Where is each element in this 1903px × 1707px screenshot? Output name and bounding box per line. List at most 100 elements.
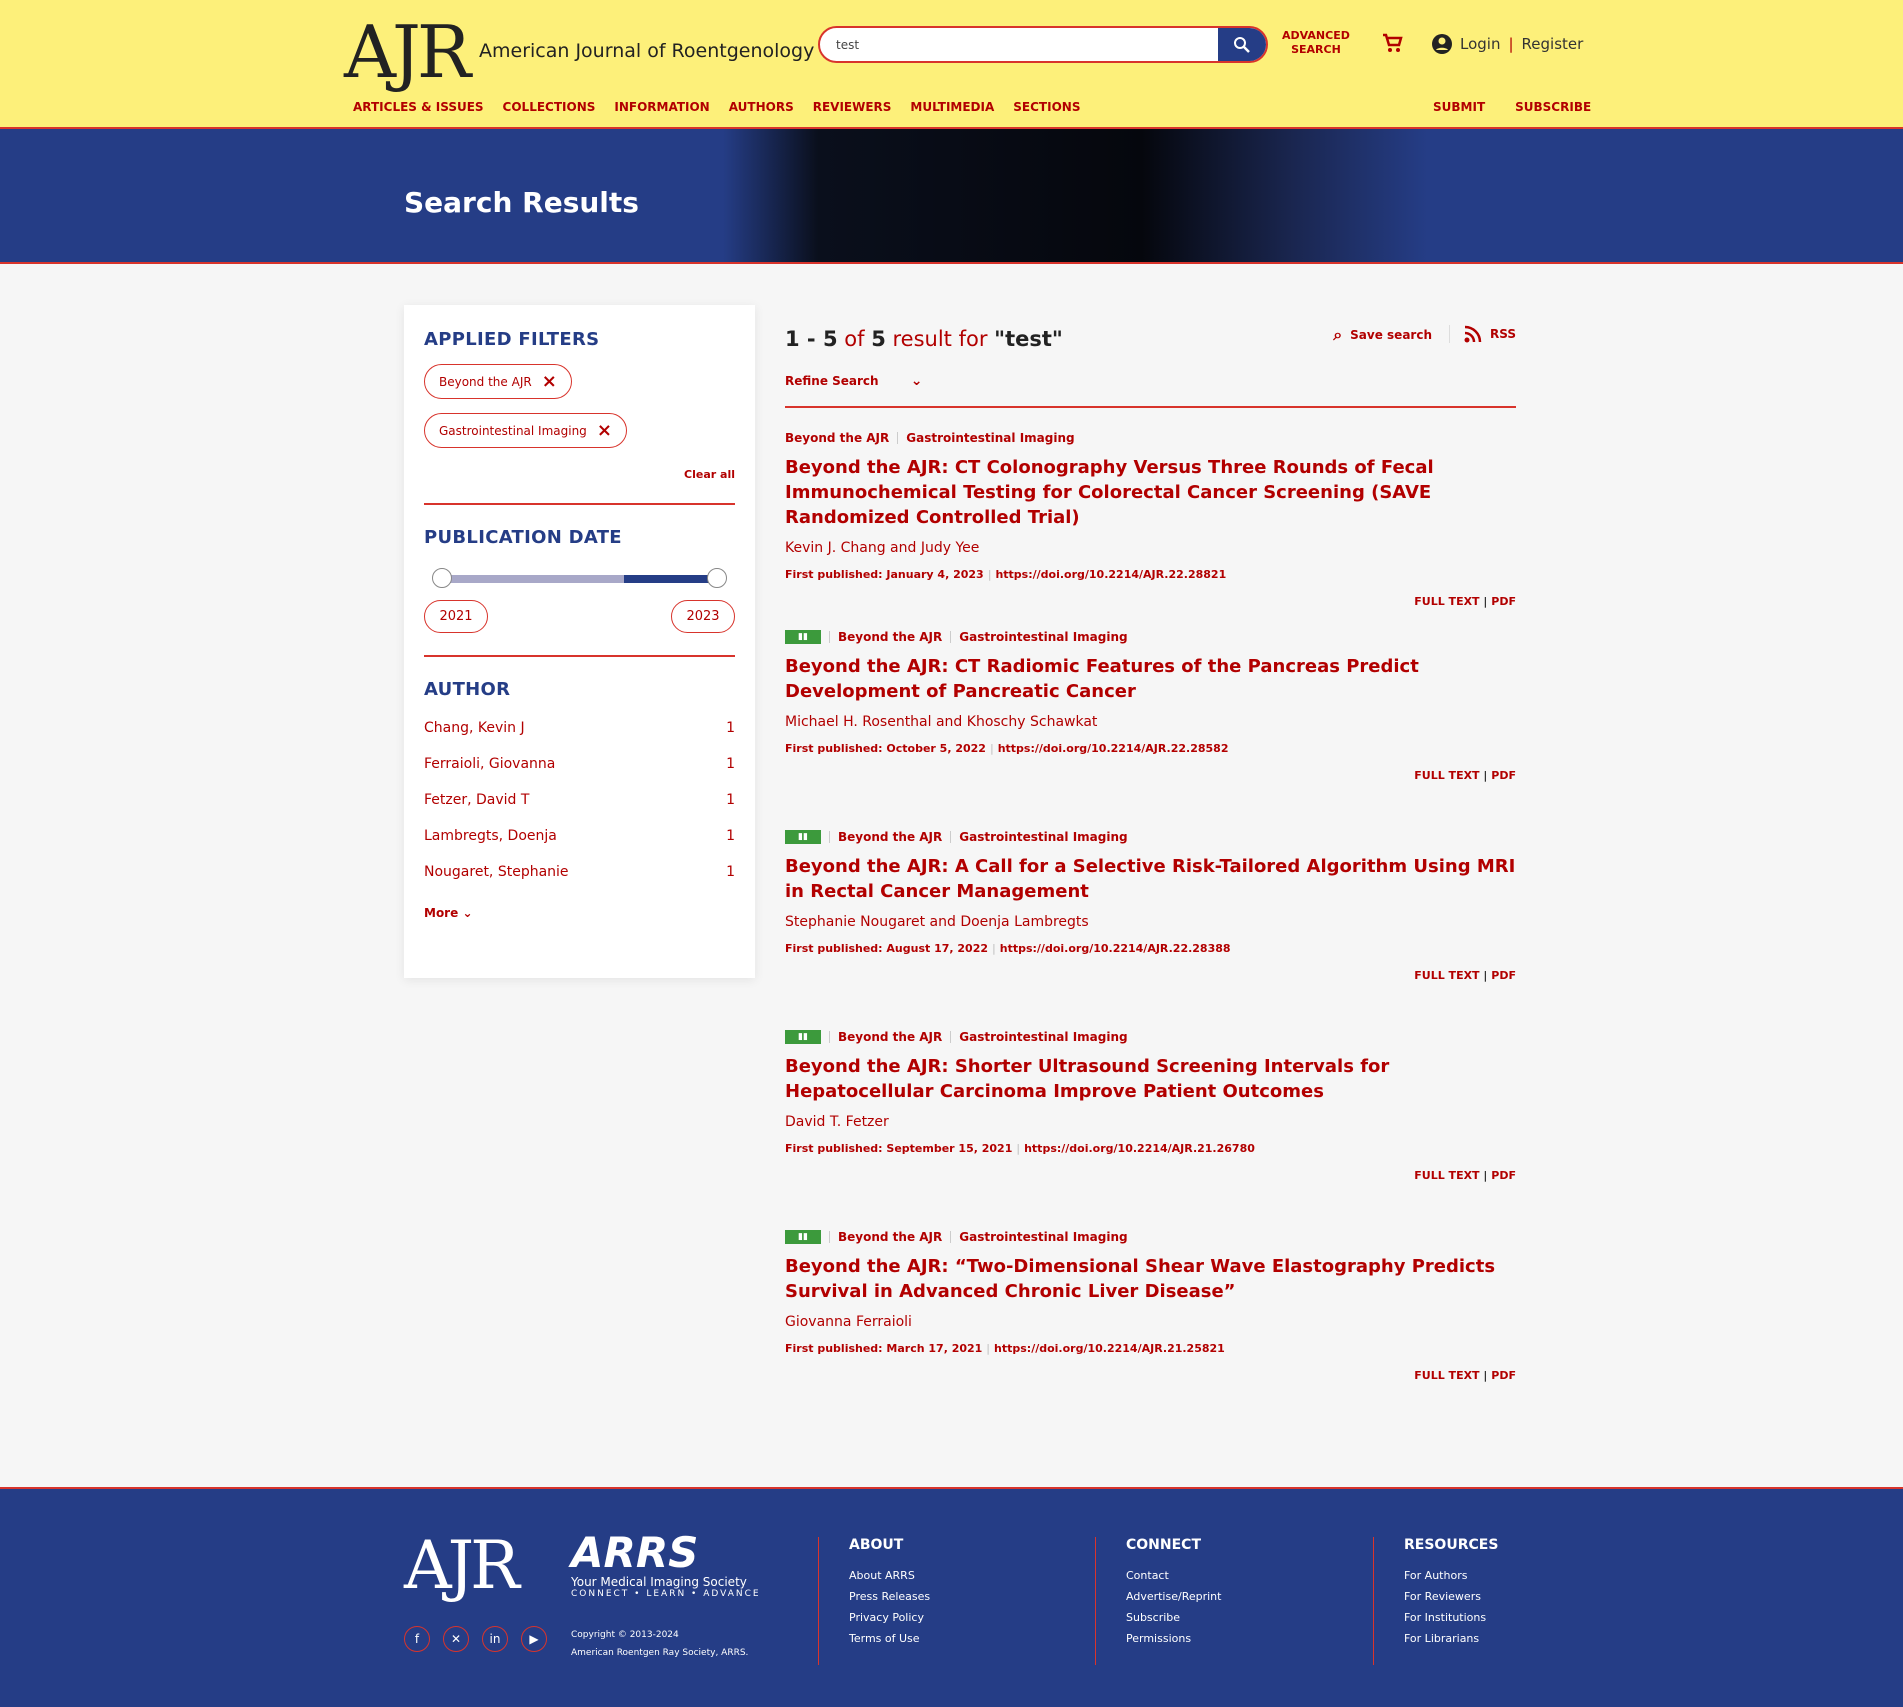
result-topic[interactable]: Gastrointestinal Imaging [959,830,1127,844]
footer-link[interactable]: Advertise/Reprint [1126,1586,1221,1607]
search-input[interactable] [820,28,1210,61]
results-count: 1 - 5 of 5 result for "test" [785,327,1063,351]
result-topic[interactable]: Gastrointestinal Imaging [959,630,1127,644]
advanced-label-2: SEARCH [1291,43,1341,56]
result-section[interactable]: Beyond the AJR [838,1230,942,1244]
result-section[interactable]: Beyond the AJR [785,431,889,445]
register-link[interactable]: Register [1522,35,1584,53]
rss-link[interactable]: RSS [1449,325,1516,343]
year-from-input[interactable]: 2021 [424,600,488,633]
result-pub-info: First published: August 17, 2022 | https… [785,942,1231,955]
full-text-link[interactable]: FULL TEXT [1414,1369,1479,1382]
result-section[interactable]: Beyond the AJR [838,1030,942,1044]
result-title[interactable]: Beyond the AJR: Shorter Ultrasound Scree… [785,1054,1516,1104]
result-authors[interactable]: David T. Fetzer [785,1114,1516,1130]
footer-link[interactable]: For Institutions [1404,1607,1498,1628]
result-doi[interactable]: https://doi.org/10.2214/AJR.22.28582 [998,742,1229,755]
footer-link[interactable]: For Authors [1404,1565,1498,1586]
result-title[interactable]: Beyond the AJR: A Call for a Selective R… [785,854,1516,904]
nav-sections[interactable]: SECTIONS [1013,100,1080,114]
search-button[interactable] [1218,28,1266,61]
journal-name[interactable]: American Journal of Roentgenology [479,40,814,62]
pdf-link[interactable]: PDF [1491,595,1516,608]
advanced-search-link[interactable]: ADVANCED SEARCH [1282,29,1350,57]
result-title[interactable]: Beyond the AJR: “Two-Dimensional Shear W… [785,1254,1516,1304]
footer-link[interactable]: Subscribe [1126,1607,1221,1628]
result-title[interactable]: Beyond the AJR: CT Colonography Versus T… [785,455,1516,530]
result-authors[interactable]: Michael H. Rosenthal and Khoschy Schawka… [785,714,1516,730]
nav-information[interactable]: INFORMATION [614,100,709,114]
author-filter-item[interactable]: Ferraioli, Giovanna 1 [424,756,735,772]
nav-authors[interactable]: AUTHORS [729,100,794,114]
result-authors[interactable]: Stephanie Nougaret and Doenja Lambregts [785,914,1516,930]
ajr-logo[interactable]: AJR [344,12,471,92]
login-link[interactable]: Login [1460,35,1500,53]
author-filter-item[interactable]: Chang, Kevin J 1 [424,720,735,736]
main-nav: ARTICLES & ISSUES COLLECTIONS INFORMATIO… [353,100,1080,114]
full-text-link[interactable]: FULL TEXT [1414,769,1479,782]
footer-link[interactable]: About ARRS [849,1565,930,1586]
author-filter-item[interactable]: Fetzer, David T 1 [424,792,735,808]
result-title[interactable]: Beyond the AJR: CT Radiomic Features of … [785,654,1516,704]
footer-ajr-logo[interactable]: AJR [404,1531,520,1601]
result-meta: ▮▮ Beyond the AJR Gastrointestinal Imaging [785,1230,1516,1244]
divider [950,631,952,643]
full-text-link[interactable]: FULL TEXT [1414,1169,1479,1182]
full-text-link[interactable]: FULL TEXT [1414,969,1479,982]
linkedin-icon[interactable]: in [482,1626,508,1652]
pdf-link[interactable]: PDF [1491,769,1516,782]
facebook-icon[interactable]: f [404,1626,430,1652]
search-result: ▮▮ Beyond the AJR Gastrointestinal Imaging… [785,830,1516,982]
author-filter-item[interactable]: Lambregts, Doenja 1 [424,828,735,844]
date-range-slider[interactable] [424,566,735,588]
nav-collections[interactable]: COLLECTIONS [503,100,596,114]
result-authors[interactable]: Kevin J. Chang and Judy Yee [785,540,1516,556]
filter-chip[interactable]: Beyond the AJR × [424,364,572,399]
divider [829,1231,830,1243]
year-to-input[interactable]: 2023 [671,600,735,633]
result-authors[interactable]: Giovanna Ferraioli [785,1314,1516,1330]
slider-handle-end[interactable] [707,568,727,588]
footer-link[interactable]: Terms of Use [849,1628,930,1649]
author-filter-item[interactable]: Nougaret, Stephanie 1 [424,864,735,880]
more-authors-button[interactable]: More ⌄ [424,906,735,920]
result-section[interactable]: Beyond the AJR [838,630,942,644]
result-topic[interactable]: Gastrointestinal Imaging [906,431,1074,445]
cart-icon[interactable] [1381,32,1403,58]
nav-reviewers[interactable]: REVIEWERS [813,100,892,114]
pdf-link[interactable]: PDF [1491,1169,1516,1182]
footer-link[interactable]: Press Releases [849,1586,930,1607]
save-search-button[interactable]: ⌕ Save search [1333,325,1432,345]
result-topic[interactable]: Gastrointestinal Imaging [959,1030,1127,1044]
filter-chip[interactable]: Gastrointestinal Imaging × [424,413,627,448]
nav-submit[interactable]: SUBMIT [1433,100,1485,114]
clear-all-link[interactable]: Clear all [424,468,735,481]
footer-link[interactable]: For Librarians [1404,1628,1498,1649]
result-links: FULL TEXT | PDF [1414,595,1516,608]
result-doi[interactable]: https://doi.org/10.2214/AJR.22.28821 [995,568,1226,581]
full-text-link[interactable]: FULL TEXT [1414,595,1479,608]
slider-handle-start[interactable] [432,568,452,588]
pdf-link[interactable]: PDF [1491,969,1516,982]
result-section[interactable]: Beyond the AJR [838,830,942,844]
result-doi[interactable]: https://doi.org/10.2214/AJR.22.28388 [1000,942,1231,955]
result-doi[interactable]: https://doi.org/10.2214/AJR.21.25821 [994,1342,1225,1355]
footer-link[interactable]: For Reviewers [1404,1586,1498,1607]
nav-articles-issues[interactable]: ARTICLES & ISSUES [353,100,484,114]
result-topic[interactable]: Gastrointestinal Imaging [959,1230,1127,1244]
arrs-logo[interactable]: ARRS Your Medical Imaging Society CONNEC… [571,1531,761,1600]
footer-link[interactable]: Contact [1126,1565,1221,1586]
result-links: FULL TEXT | PDF [1414,1169,1516,1182]
result-doi[interactable]: https://doi.org/10.2214/AJR.21.26780 [1024,1142,1255,1155]
nav-subscribe[interactable]: SUBSCRIBE [1515,100,1591,114]
x-icon[interactable]: ✕ [443,1626,469,1652]
pdf-link[interactable]: PDF [1491,1369,1516,1382]
nav-multimedia[interactable]: MULTIMEDIA [910,100,994,114]
close-icon[interactable]: × [542,371,557,392]
divider [950,1231,952,1243]
close-icon[interactable]: × [597,420,612,441]
footer-link[interactable]: Privacy Policy [849,1607,930,1628]
youtube-icon[interactable]: ▶ [521,1626,547,1652]
refine-search-toggle[interactable]: Refine Search ⌄ [785,373,923,389]
footer-link[interactable]: Permissions [1126,1628,1221,1649]
